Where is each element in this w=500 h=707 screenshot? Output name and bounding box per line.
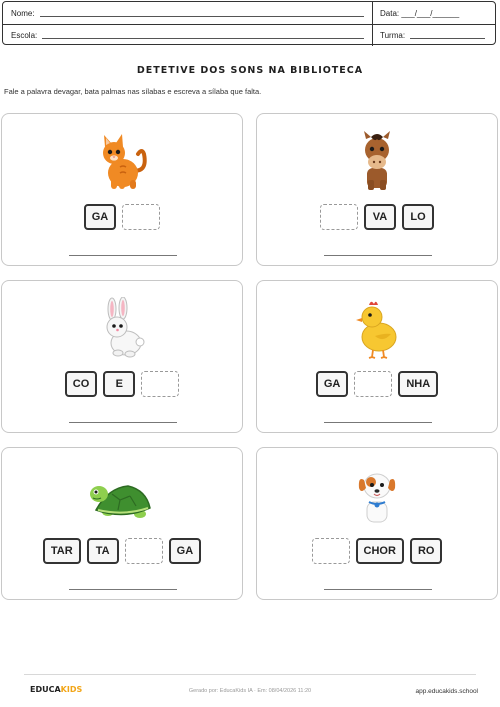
school-line (42, 37, 364, 39)
horse-icon (364, 131, 390, 190)
footer-url[interactable]: app.educakids.school (415, 688, 478, 695)
class-label: Turma: (380, 30, 406, 40)
exercise-card-chick: GA NHA (256, 280, 498, 433)
syllable-tile: CO (64, 371, 98, 397)
class-field[interactable]: Turma: (373, 24, 495, 46)
chick-icon (356, 301, 397, 359)
instruction-text: Fale a palavra devagar, bata palmas nas … (4, 87, 262, 96)
syllable-tile: NHA (398, 371, 439, 397)
missing-syllable-box[interactable] (320, 204, 358, 230)
header-row-1: Nome: Data: ___/___/______ (3, 2, 495, 25)
answer-line[interactable] (69, 589, 177, 590)
exercise-card-cat: GA (1, 113, 243, 266)
exercise-card-turtle: TAR TA GA (1, 447, 243, 600)
syllable-tile: LO (402, 204, 434, 230)
school-field[interactable]: Escola: (3, 24, 373, 46)
page-title: DETETIVE DOS SONS NA BIBLIOTECA (136, 65, 364, 76)
exercise-card-rabbit: CO E (1, 280, 243, 433)
cat-icon (103, 134, 147, 189)
syllable-tile: TAR (42, 538, 81, 564)
missing-syllable-box[interactable] (141, 371, 180, 397)
date-label: Data: ___/___/______ (380, 8, 460, 18)
header-row-2: Escola: Turma: (3, 24, 495, 46)
missing-syllable-box[interactable] (311, 538, 350, 564)
dog-icon (358, 473, 396, 523)
answer-line[interactable] (324, 589, 432, 590)
syllable-tile: GA (83, 204, 117, 230)
date-field[interactable]: Data: ___/___/______ (373, 2, 495, 24)
missing-syllable-box[interactable] (354, 371, 393, 397)
syllable-tile: E (103, 371, 136, 397)
name-line (39, 15, 364, 17)
footer-divider (24, 674, 476, 675)
syllable-tile: GA (168, 538, 202, 564)
school-label: Escola: (11, 30, 38, 40)
syllable-row: TAR TA GA (2, 538, 242, 564)
exercise-card-dog: CHOR RO (256, 447, 498, 600)
answer-line[interactable] (69, 255, 177, 256)
syllable-row: VA LO (257, 204, 497, 230)
syllable-tile: GA (315, 371, 349, 397)
syllable-row: CHOR RO (257, 538, 497, 564)
syllable-tile: CHOR (355, 538, 404, 564)
student-info-header: Nome: Data: ___/___/______ Escola: Turma… (2, 1, 496, 46)
missing-syllable-box[interactable] (124, 538, 163, 564)
exercise-card-horse: VA LO (256, 113, 498, 266)
syllable-row: GA NHA (257, 371, 497, 397)
answer-line[interactable] (324, 255, 432, 256)
syllable-tile: VA (364, 204, 396, 230)
rabbit-icon (106, 297, 145, 358)
syllable-row: CO E (2, 371, 242, 397)
name-field[interactable]: Nome: (3, 2, 373, 24)
syllable-tile: TA (86, 538, 119, 564)
name-label: Nome: (11, 8, 35, 18)
turtle-icon (90, 485, 151, 518)
answer-line[interactable] (324, 422, 432, 423)
class-line (410, 37, 485, 39)
syllable-tile: RO (409, 538, 443, 564)
answer-line[interactable] (69, 422, 177, 423)
syllable-row: GA (2, 204, 242, 230)
missing-syllable-box[interactable] (122, 204, 161, 230)
